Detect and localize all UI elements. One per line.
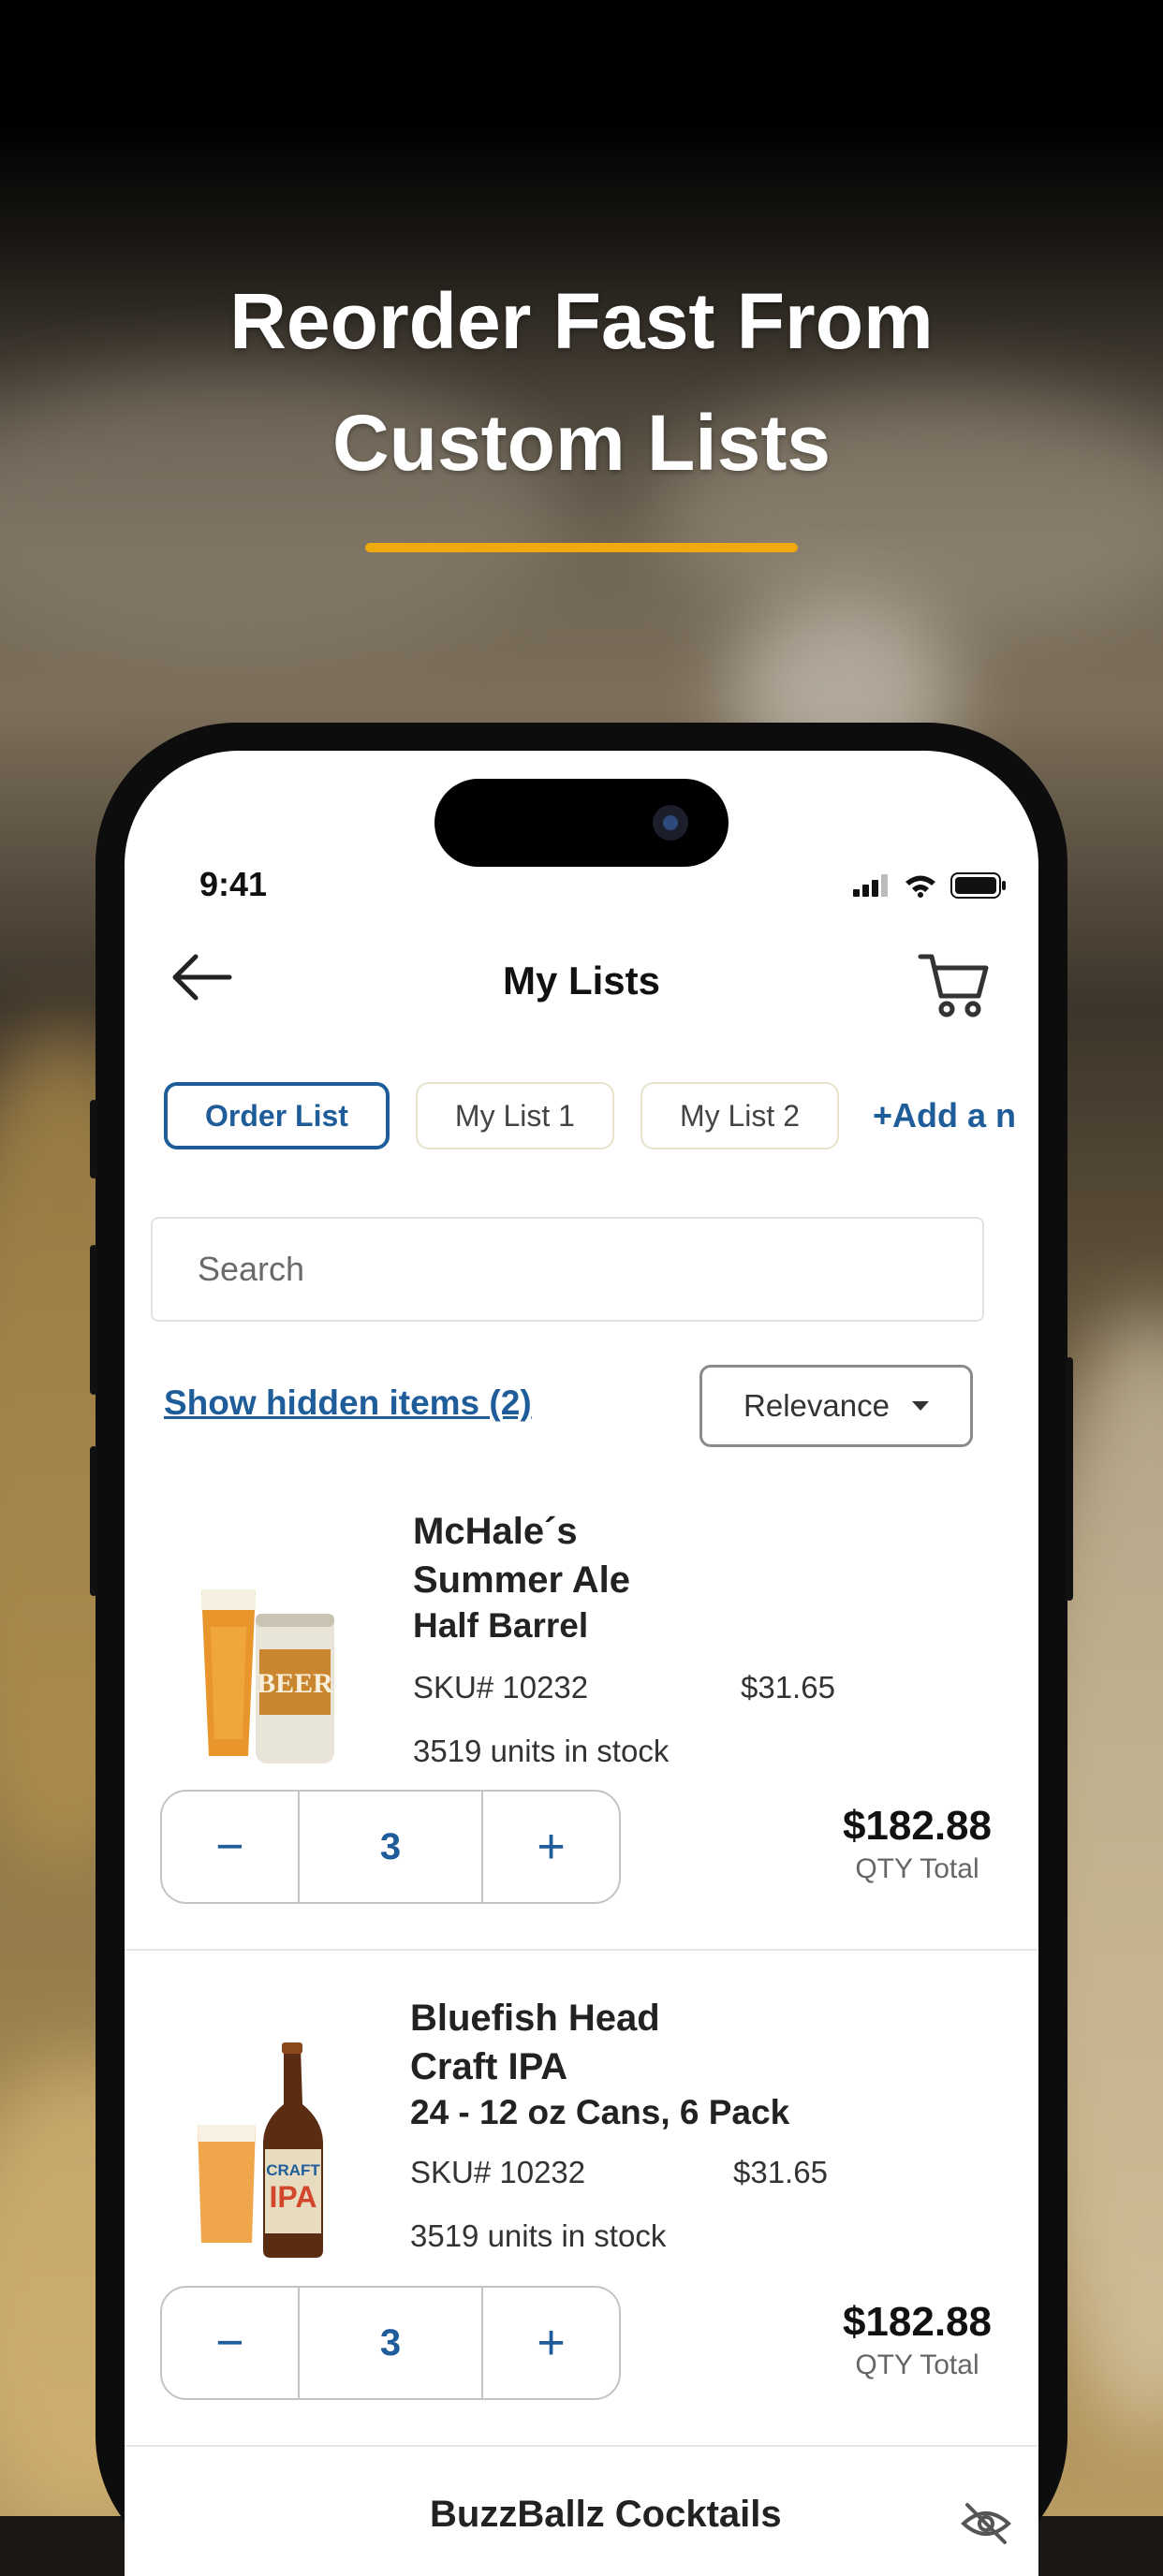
- battery-icon: [950, 872, 1006, 899]
- headline-line-1: Reorder Fast From: [229, 277, 934, 365]
- product-stock: 3519 units in stock: [413, 1734, 670, 1768]
- product-variant: 24 - 12 oz Cans, 6 Pack: [410, 2093, 790, 2131]
- product-name-line-2: Craft IPA: [410, 2046, 568, 2087]
- increment-button[interactable]: +: [483, 1792, 619, 1902]
- product-variant: Half Barrel: [413, 1606, 589, 1645]
- show-hidden-items-link[interactable]: Show hidden items (2): [164, 1383, 532, 1423]
- decrement-button[interactable]: −: [162, 2288, 298, 2398]
- can-label: BEER: [257, 1668, 333, 1699]
- quantity-stepper: − 3 +: [160, 2286, 621, 2400]
- product-price: $31.65: [741, 1670, 835, 1705]
- page-title: My Lists: [502, 959, 661, 1003]
- phone-power-button: [1066, 1357, 1073, 1601]
- phone-volume-up: [90, 1245, 97, 1395]
- bottle-label-line-1: CRAFT: [266, 2161, 320, 2179]
- product-name-partial: BuzzBallz Cocktails: [430, 2494, 782, 2535]
- list-tabs: Order List My List 1 My List 2 +Add a n: [164, 1080, 1016, 1151]
- eye-off-icon[interactable]: [960, 2497, 1012, 2550]
- quantity-value[interactable]: 3: [297, 2288, 484, 2398]
- signal-icon: [853, 874, 888, 897]
- cart-icon[interactable]: [917, 949, 992, 1020]
- qty-total-amount: $182.88: [842, 1803, 992, 1849]
- product-name: Bluefish Head Craft IPA: [410, 1994, 660, 2091]
- sort-dropdown[interactable]: Relevance: [699, 1365, 973, 1447]
- quantity-stepper: − 3 +: [160, 1790, 621, 1904]
- beer-glass-and-bottle-image: CRAFT IPA: [198, 2042, 323, 2258]
- product-name: McHale´s Summer Ale: [413, 1507, 630, 1604]
- qty-total-label: QTY Total: [855, 1853, 979, 1884]
- product-name-line-1: Bluefish Head: [410, 1998, 660, 2039]
- item-divider: [125, 2445, 1038, 2447]
- item-divider: [125, 1949, 1038, 1951]
- beer-glass-and-can-image: BEER: [201, 1589, 334, 1764]
- qty-total-amount: $182.88: [842, 2299, 992, 2345]
- increment-button[interactable]: +: [483, 2288, 619, 2398]
- headline-line-2: Custom Lists: [331, 399, 832, 487]
- bottle-label-line-2: IPA: [270, 2180, 317, 2214]
- quantity-value[interactable]: 3: [297, 1792, 484, 1902]
- qty-total-label: QTY Total: [855, 2349, 979, 2380]
- tab-my-list-2[interactable]: My List 2: [640, 1082, 839, 1149]
- dynamic-island: [434, 779, 729, 867]
- headline: Reorder Fast From Custom Lists: [0, 260, 1163, 504]
- decrement-button[interactable]: −: [162, 1792, 298, 1902]
- product-stock: 3519 units in stock: [410, 2218, 667, 2253]
- tab-my-list-1[interactable]: My List 1: [415, 1082, 614, 1149]
- product-sku: SKU# 10232: [413, 1670, 589, 1705]
- phone-screen: 9:41 My Lists Order List My List 1 My Li…: [125, 751, 1038, 2576]
- qty-total: $182.88 QTY Total: [843, 1803, 992, 1885]
- sort-selected-label: Relevance: [743, 1388, 890, 1423]
- chevron-down-icon: [911, 1401, 929, 1411]
- tab-order-list[interactable]: Order List: [164, 1082, 390, 1149]
- status-time: 9:41: [199, 865, 268, 903]
- search-input[interactable]: Search: [151, 1217, 984, 1322]
- qty-total: $182.88 QTY Total: [843, 2299, 992, 2381]
- product-name-line-2: Summer Ale: [413, 1559, 630, 1601]
- headline-underline: [365, 543, 798, 552]
- add-list-button[interactable]: +Add a n: [873, 1096, 1016, 1135]
- product-price: $31.65: [733, 2155, 828, 2189]
- product-sku: SKU# 10232: [410, 2155, 586, 2189]
- wifi-icon: [905, 875, 935, 898]
- status-icons: [853, 872, 1007, 899]
- phone-volume-down: [90, 1446, 97, 1596]
- camera-icon: [653, 805, 688, 841]
- product-name-line-1: McHale´s: [413, 1511, 578, 1552]
- phone-action-button: [90, 1100, 97, 1178]
